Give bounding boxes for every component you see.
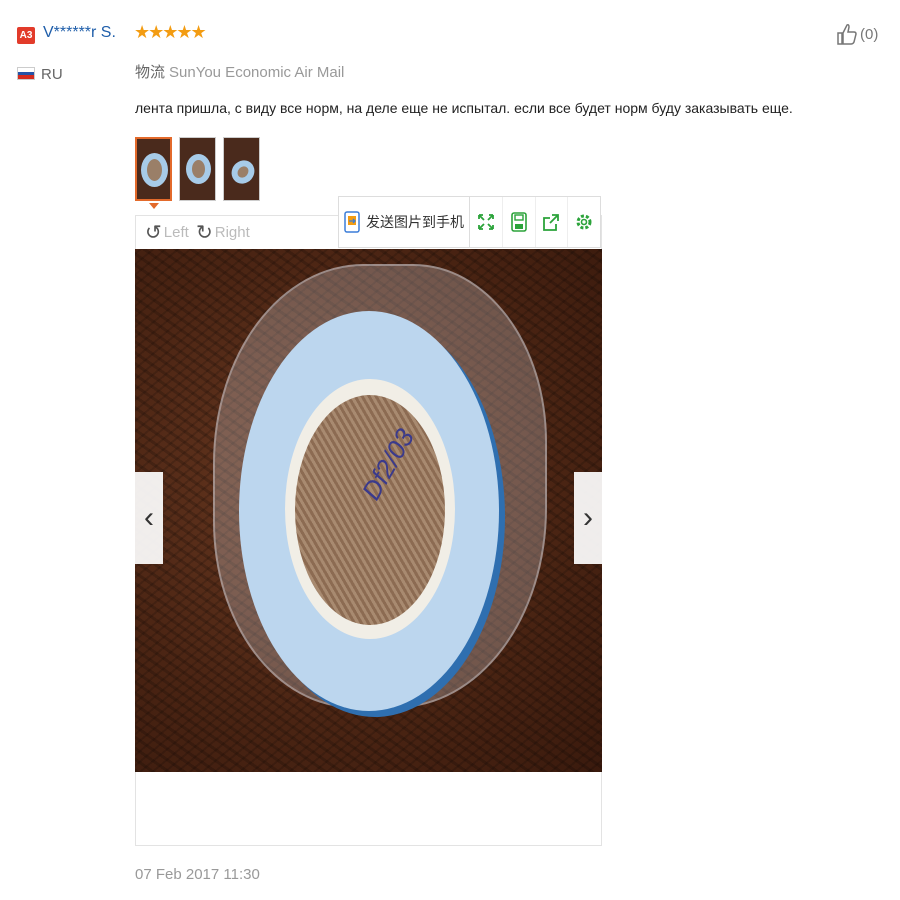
image-toolbar: 发送图片到手机 [338, 196, 601, 248]
send-to-phone-label: 发送图片到手机 [366, 214, 464, 230]
tape-core [295, 395, 445, 625]
thumbs-up-icon [837, 24, 857, 45]
previous-image-button[interactable]: ‹ [135, 472, 163, 564]
active-thumbnail-indicator [149, 203, 159, 209]
expand-icon [477, 214, 494, 230]
settings-button[interactable] [568, 197, 600, 247]
settings-icon [576, 214, 592, 230]
rotate-right-button[interactable]: ↻ Right [196, 220, 250, 245]
chevron-left-icon: ‹ [144, 501, 154, 534]
rotate-left-button[interactable]: ↺ Left [145, 220, 189, 245]
review-date: 07 Feb 2017 11:30 [135, 866, 260, 883]
reviewer-name[interactable]: V******r S. [43, 24, 116, 42]
next-image-button[interactable]: › [574, 472, 602, 564]
share-icon [543, 214, 560, 231]
review-text: лента пришла, с виду все норм, на деле е… [135, 100, 793, 116]
country-code: RU [41, 66, 63, 83]
reviewer-level-badge: A3 [17, 27, 35, 44]
rating-stars: ★★★★★ [134, 22, 207, 42]
send-to-phone-button[interactable]: 发送图片到手机 [339, 197, 470, 247]
logistics-info: 物流 SunYou Economic Air Mail [135, 61, 344, 82]
rotate-right-icon: ↻ [196, 222, 213, 244]
helpful-button[interactable]: (0) [836, 22, 878, 46]
save-image-button[interactable] [503, 197, 536, 247]
rotate-left-label: Left [163, 224, 189, 241]
fullscreen-button[interactable] [470, 197, 503, 247]
thumbnail-1[interactable] [135, 137, 172, 201]
russia-flag-icon [17, 67, 35, 80]
phone-send-icon [344, 211, 360, 233]
thumbnail-3[interactable] [223, 137, 260, 201]
rotate-right-label: Right [214, 224, 250, 241]
save-icon [510, 212, 527, 232]
logistics-label: 物流 [135, 64, 166, 81]
rotate-left-icon: ↺ [145, 222, 162, 244]
logistics-value: SunYou Economic Air Mail [169, 64, 345, 81]
thumbnail-2[interactable] [179, 137, 216, 201]
helpful-count: (0) [860, 25, 879, 43]
chevron-right-icon: › [583, 501, 593, 534]
review-photo[interactable]: Df2/03 [135, 249, 602, 772]
share-image-button[interactable] [536, 197, 569, 247]
